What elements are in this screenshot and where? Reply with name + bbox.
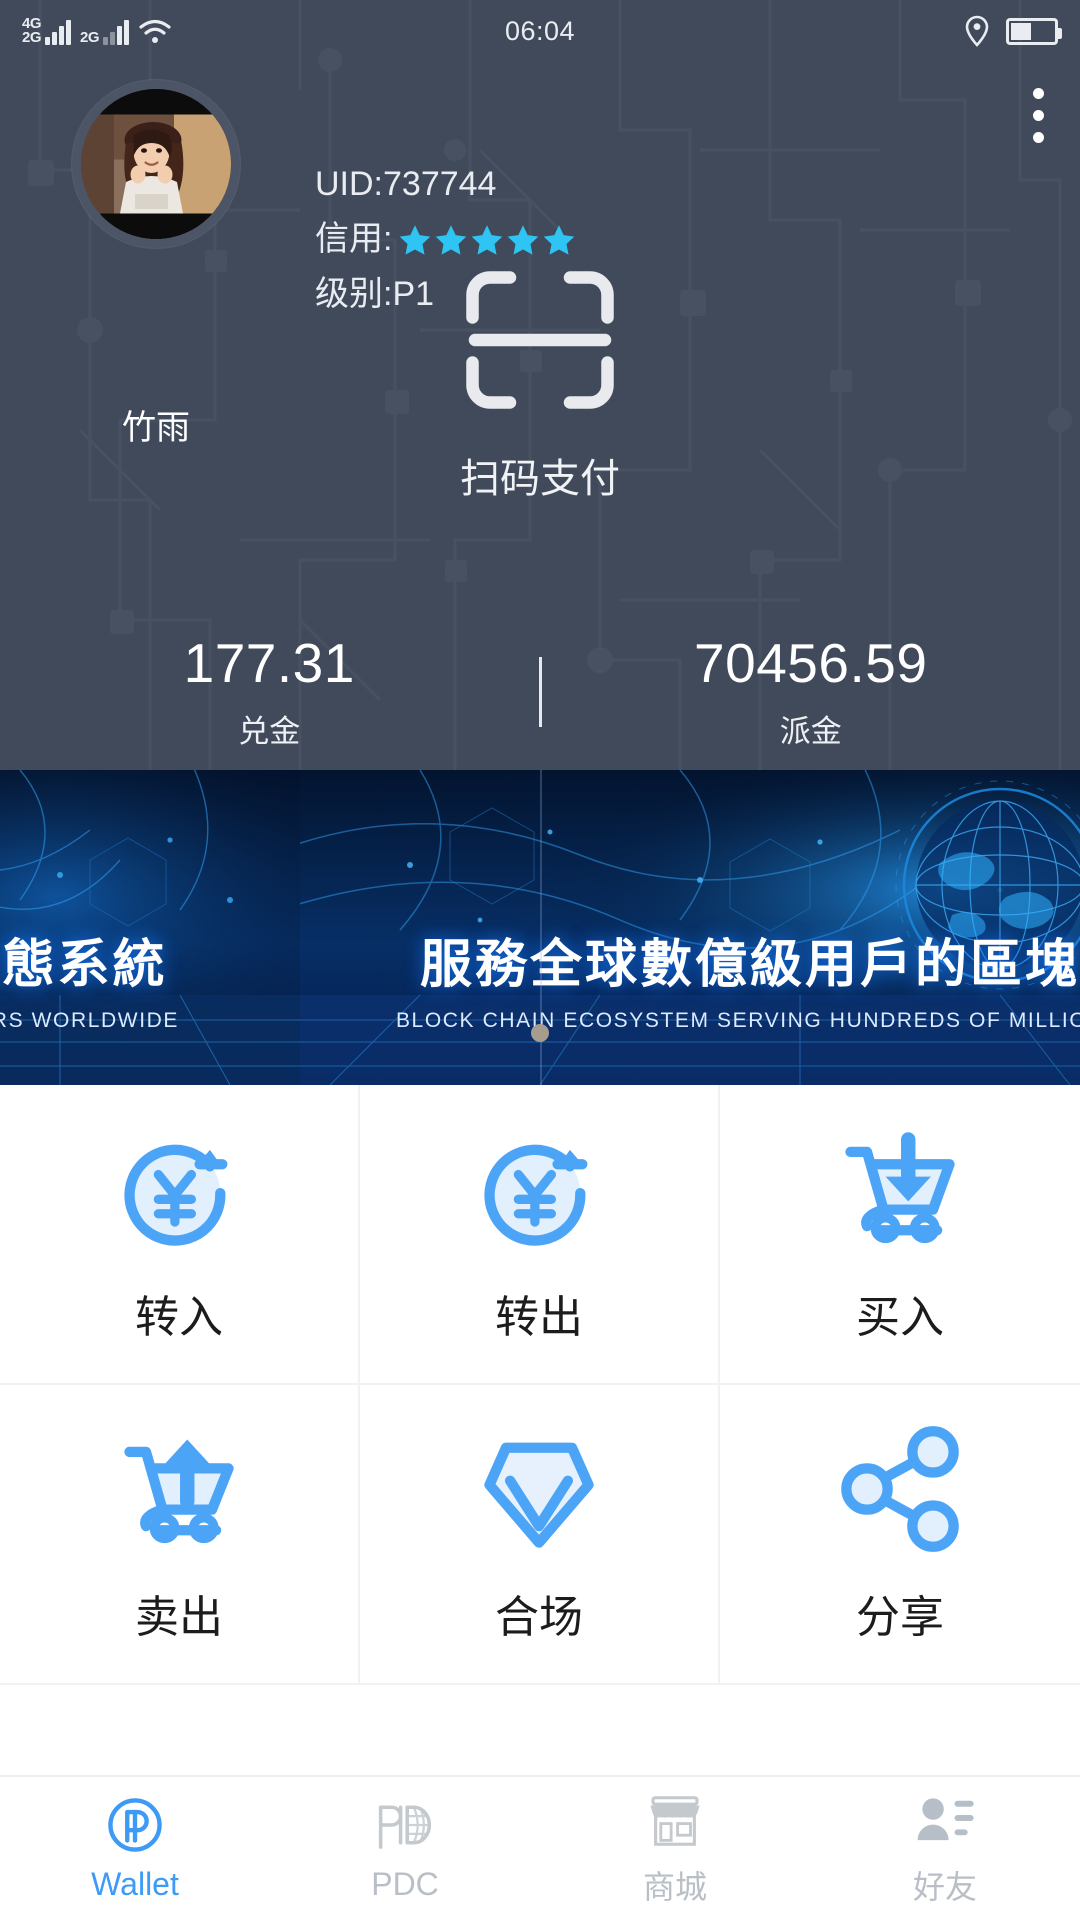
overflow-menu-icon[interactable] — [1033, 88, 1044, 143]
credit-star-rating — [398, 223, 576, 257]
grid-item-venue[interactable]: 合场 — [360, 1385, 720, 1685]
grid-item-label: 买入 — [856, 1293, 944, 1342]
balance-value: 177.31 — [183, 632, 355, 694]
battery-icon — [1006, 17, 1062, 45]
tab-label: Wallet — [91, 1866, 179, 1902]
grid-item-label: 卖出 — [135, 1593, 223, 1642]
tab-pdc[interactable]: PDC — [270, 1777, 540, 1920]
promo-carousel[interactable]: 鏈生態系統 S OF USERS WORLDWIDE — [0, 770, 1080, 1085]
credit-row: 信用: — [315, 212, 576, 267]
share-nodes-icon — [841, 1426, 959, 1552]
star-icon — [400, 224, 431, 255]
profile-block: 竹雨 UID:737744 信用: 级别:P1 — [0, 62, 1080, 447]
balance-row: 177.31 兑金 70456.59 派金 — [0, 632, 1080, 751]
tab-mall[interactable]: 商城 — [540, 1777, 810, 1920]
star-icon — [436, 224, 467, 255]
grid-item-label: 合场 — [495, 1593, 583, 1642]
status-bar: 4G 2G 2G 06:04 — [0, 0, 1080, 62]
star-icon — [544, 224, 575, 255]
tab-friends[interactable]: 好友 — [810, 1777, 1080, 1920]
grid-item-share[interactable]: 分享 — [720, 1385, 1080, 1685]
grid-item-transfer-in[interactable]: 转入 — [0, 1085, 360, 1385]
tab-label: 好友 — [912, 1868, 977, 1905]
avatar[interactable] — [72, 80, 240, 248]
scan-pay-label: 扫码支付 — [460, 457, 620, 501]
carousel-indicator[interactable] — [0, 1024, 1080, 1047]
grid-item-label: 分享 — [856, 1593, 944, 1642]
uid-row: UID:737744 — [315, 157, 576, 212]
grid-item-buy[interactable]: 买入 — [720, 1085, 1080, 1385]
app-root: 4G 2G 2G 06:04 竹雨 UID:737744 信用: 级别:P1 扫… — [0, 0, 1080, 1920]
balance-distribution-gold[interactable]: 70456.59 派金 — [542, 632, 1080, 751]
profile-header: 4G 2G 2G 06:04 竹雨 UID:737744 信用: 级别:P1 扫… — [0, 0, 1080, 770]
slide-title-cn: 服務全球數億級用戶的區塊 — [419, 936, 1080, 994]
cart-buy-icon — [845, 1132, 955, 1244]
grid-item-label: 转入 — [135, 1293, 223, 1342]
carousel-dot-active[interactable] — [531, 1024, 549, 1042]
transfer-in-icon — [124, 1144, 228, 1246]
scan-qr-icon — [466, 271, 614, 409]
tab-label: 商城 — [642, 1868, 707, 1905]
storefront-icon — [650, 1795, 700, 1846]
bottom-tab-bar: Wallet PDC 商城 好友 — [0, 1775, 1080, 1920]
transfer-out-icon — [484, 1144, 588, 1246]
balance-label: 派金 — [779, 714, 842, 749]
slide-title-cn: 鏈生態系統 — [0, 936, 168, 994]
avatar-image — [81, 89, 231, 239]
action-grid: 转入 转出 买入 卖出 合场 分享 — [0, 1085, 1080, 1685]
grid-item-sell[interactable]: 卖出 — [0, 1385, 360, 1685]
credit-label: 信用: — [315, 220, 393, 258]
friends-contact-icon — [917, 1797, 974, 1840]
cart-sell-icon — [124, 1439, 234, 1544]
grid-item-transfer-out[interactable]: 转出 — [360, 1085, 720, 1385]
wallet-p-logo-icon — [108, 1798, 162, 1852]
diamond-icon — [484, 1442, 594, 1548]
star-icon — [472, 224, 503, 255]
balance-exchange-gold[interactable]: 177.31 兑金 — [0, 632, 539, 751]
scan-pay-button[interactable]: 扫码支付 — [0, 265, 1080, 504]
balance-label: 兑金 — [238, 714, 301, 749]
uid-label: UID:737744 — [315, 165, 497, 203]
tab-label: PDC — [371, 1866, 439, 1902]
star-icon — [508, 224, 539, 255]
balance-value: 70456.59 — [694, 632, 928, 694]
pdc-globe-icon — [378, 1805, 432, 1849]
tab-wallet[interactable]: Wallet — [0, 1777, 270, 1920]
grid-item-label: 转出 — [495, 1293, 583, 1342]
status-bar-clock: 06:04 — [504, 15, 576, 46]
